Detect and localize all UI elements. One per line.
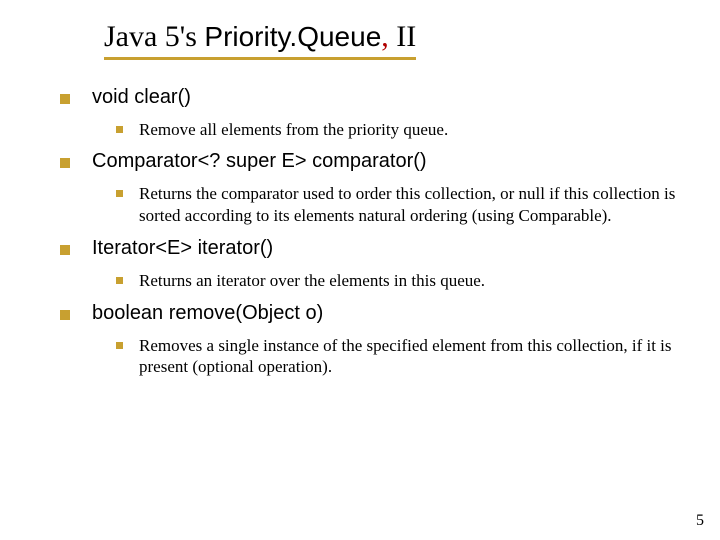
- bullet-icon: [116, 277, 123, 284]
- description-text: Returns an iterator over the elements in…: [139, 270, 485, 292]
- method-row: Comparator<? super E> comparator(): [60, 150, 690, 173]
- bullet-icon: [60, 310, 70, 320]
- title-suffix: II: [396, 20, 416, 53]
- method-row: boolean remove(Object o): [60, 302, 690, 325]
- method-signature: Comparator<? super E> comparator(): [92, 150, 427, 173]
- title-code: Priority.Queue: [204, 21, 381, 52]
- content: void clear() Remove all elements from th…: [0, 60, 720, 379]
- bullet-icon: [116, 342, 123, 349]
- title-block: Java 5's Priority.Queue, II: [0, 0, 720, 60]
- title-comma: ,: [381, 20, 396, 53]
- description-item: Returns the comparator used to order thi…: [116, 183, 690, 227]
- method-row: void clear(): [60, 86, 690, 109]
- method-row: Iterator<E> iterator(): [60, 237, 690, 260]
- bullet-icon: [60, 94, 70, 104]
- bullet-icon: [60, 245, 70, 255]
- description-item: Removes a single instance of the specifi…: [116, 335, 690, 379]
- method-item: boolean remove(Object o) Removes a singl…: [60, 302, 690, 379]
- description-list: Returns an iterator over the elements in…: [116, 270, 690, 292]
- method-item: Iterator<E> iterator() Returns an iterat…: [60, 237, 690, 292]
- method-signature: Iterator<E> iterator(): [92, 237, 273, 260]
- method-signature: void clear(): [92, 86, 191, 109]
- slide: Java 5's Priority.Queue, II void clear()…: [0, 0, 720, 540]
- title-underline: Java 5's Priority.Queue, II: [104, 20, 416, 60]
- description-list: Removes a single instance of the specifi…: [116, 335, 690, 379]
- method-list: void clear() Remove all elements from th…: [60, 86, 690, 379]
- page-number: 5: [696, 512, 704, 530]
- description-item: Remove all elements from the priority qu…: [116, 119, 690, 141]
- description-text: Removes a single instance of the specifi…: [139, 335, 690, 379]
- description-text: Returns the comparator used to order thi…: [139, 183, 690, 227]
- method-item: void clear() Remove all elements from th…: [60, 86, 690, 141]
- method-item: Comparator<? super E> comparator() Retur…: [60, 150, 690, 227]
- bullet-icon: [60, 158, 70, 168]
- description-list: Remove all elements from the priority qu…: [116, 119, 690, 141]
- description-text: Remove all elements from the priority qu…: [139, 119, 448, 141]
- title-prefix: Java 5's: [104, 20, 204, 53]
- page-title: Java 5's Priority.Queue, II: [104, 20, 416, 53]
- bullet-icon: [116, 126, 123, 133]
- description-list: Returns the comparator used to order thi…: [116, 183, 690, 227]
- bullet-icon: [116, 190, 123, 197]
- description-item: Returns an iterator over the elements in…: [116, 270, 690, 292]
- method-signature: boolean remove(Object o): [92, 302, 323, 325]
